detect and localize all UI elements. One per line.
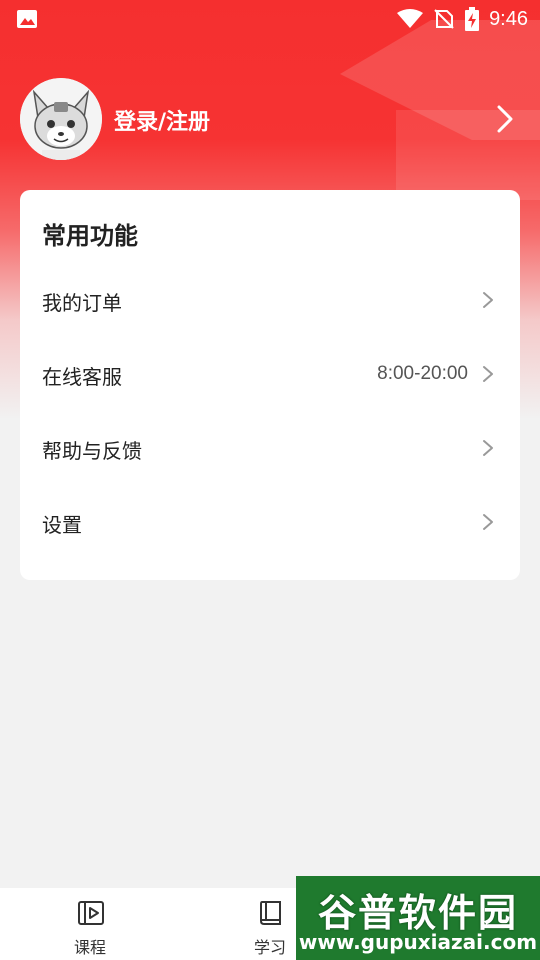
menu-item-label: 在线客服 [42,365,122,389]
image-icon [17,10,37,28]
chevron-right-icon [483,440,493,456]
nav-tab-label: 课程 [73,938,106,957]
chevron-right-icon[interactable] [496,104,514,134]
avatar[interactable] [20,78,102,160]
status-time: 9:46 [489,7,528,30]
login-register-link[interactable]: 登录/注册 [114,104,210,136]
video-play-icon [78,901,104,925]
menu-item-label: 我的订单 [42,291,122,315]
card-title: 常用功能 [42,222,138,250]
menu-item-help-feedback[interactable]: 帮助与反馈 [20,418,520,478]
menu-item-label: 帮助与反馈 [42,439,142,463]
watermark-logo: 谷普软件园 www.gupuxiazai.com [296,876,540,960]
menu-item-label: 设置 [42,513,82,537]
menu-item-settings[interactable]: 设置 [20,492,520,552]
battery-charging-icon [465,7,480,31]
menu-item-my-orders[interactable]: 我的订单 [20,270,520,330]
menu-item-online-service[interactable]: 在线客服 8:00-20:00 [20,344,520,404]
common-features-card: 常用功能 我的订单 在线客服 8:00-20:00 帮助与反馈 设置 [20,190,520,580]
book-icon [260,901,281,925]
nav-tab-courses[interactable]: 课程 [40,888,140,960]
fox-avatar-icon [20,78,102,160]
chevron-right-icon [483,366,493,382]
watermark-url: www.gupuxiazai.com [298,930,538,954]
no-sim-icon [434,9,454,29]
status-bar: 9:46 [0,0,540,38]
watermark-title: 谷普软件园 [317,891,518,935]
wifi-icon [397,9,424,28]
profile-login-row[interactable]: 登录/注册 [20,78,520,162]
chevron-right-icon [483,292,493,308]
service-hours: 8:00-20:00 [377,363,468,384]
chevron-right-icon [483,514,493,530]
